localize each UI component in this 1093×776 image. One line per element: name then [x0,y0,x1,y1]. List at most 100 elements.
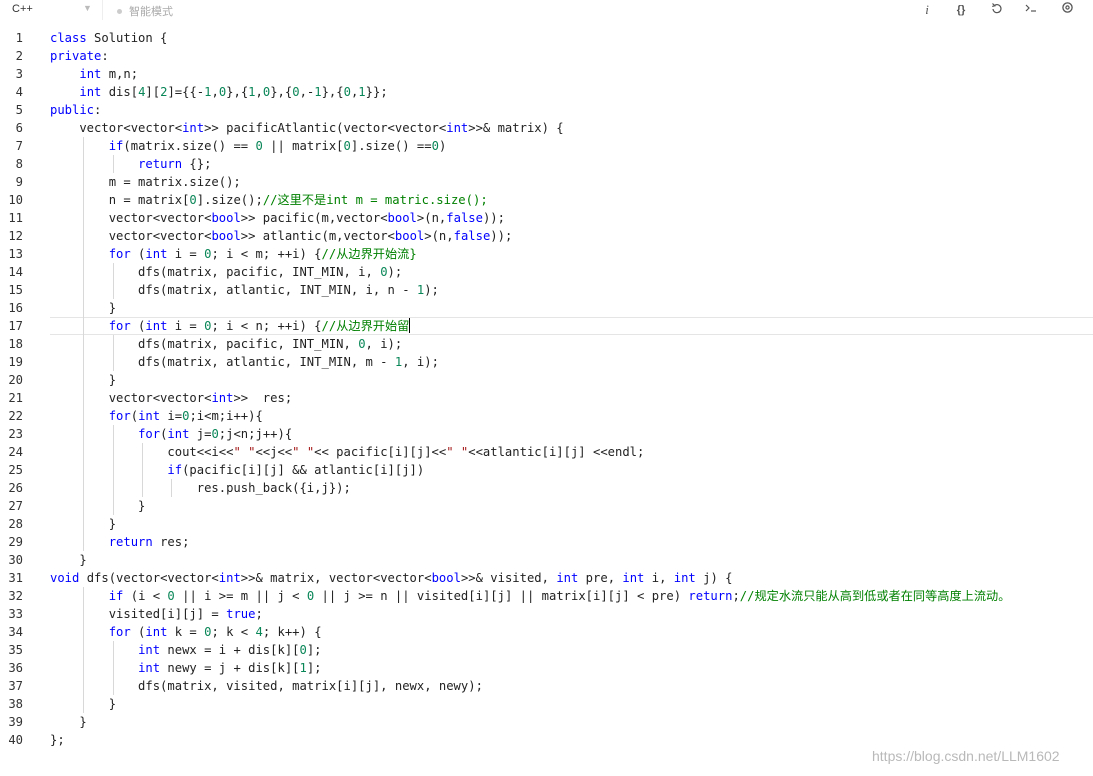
code-line[interactable]: 30 } [0,551,1093,569]
code-text[interactable]: dfs(matrix, atlantic, INT_MIN, m - 1, i)… [50,353,439,371]
code-line[interactable]: 31 void dfs(vector<vector<int>>& matrix, … [0,569,1093,587]
code-text[interactable]: private: [50,47,109,65]
code-text[interactable]: } [50,515,116,533]
code-line[interactable]: 12 vector<vector<bool>> atlantic(m,vecto… [0,227,1093,245]
code-line[interactable]: 36 int newy = j + dis[k][1]; [0,659,1093,677]
code-text[interactable]: int m,n; [50,65,138,83]
code-text[interactable]: for (int i = 0; i < n; ++i) {//从边界开始留 [50,317,411,335]
code-text[interactable]: }; [50,731,65,749]
code-line[interactable]: 8 return {}; [0,155,1093,173]
line-number: 23 [8,427,23,441]
code-line[interactable]: 5 public: [0,101,1093,119]
code-line[interactable]: 22 for(int i=0;i<m;i++){ [0,407,1093,425]
code-text[interactable]: int newx = i + dis[k][0]; [50,641,321,659]
line-number: 32 [8,589,23,603]
language-select[interactable]: C++ ▼ [0,0,103,20]
code-text[interactable]: } [50,497,145,515]
code-line[interactable]: 14 dfs(matrix, pacific, INT_MIN, i, 0); [0,263,1093,281]
code-text[interactable]: public: [50,101,101,119]
undo-icon[interactable] [988,1,1006,19]
code-line[interactable]: 27 } [0,497,1093,515]
code-line[interactable]: 35 int newx = i + dis[k][0]; [0,641,1093,659]
code-text[interactable]: dfs(matrix, pacific, INT_MIN, i, 0); [50,263,402,281]
code-line[interactable]: 29 return res; [0,533,1093,551]
code-line[interactable]: 21 vector<vector<int>> res; [0,389,1093,407]
line-number: 2 [15,49,23,63]
code-line[interactable]: 11 vector<vector<bool>> pacific(m,vector… [0,209,1093,227]
code-text[interactable]: n = matrix[0].size();//这里不是int m = matri… [50,191,488,209]
code-text[interactable]: } [50,713,86,731]
braces-icon[interactable]: {} [952,1,970,19]
line-number: 39 [8,715,23,729]
smart-mode-toggle[interactable]: 智能模式 [117,3,173,19]
code-text[interactable]: for(int i=0;i<m;i++){ [50,407,263,425]
line-number: 24 [8,445,23,459]
code-line[interactable]: 1 class Solution { [0,29,1093,47]
code-text[interactable]: if(pacific[i][j] && atlantic[i][j]) [50,461,424,479]
code-text[interactable]: void dfs(vector<vector<int>>& matrix, ve… [50,569,732,587]
settings-icon[interactable] [1058,1,1076,19]
code-text[interactable]: vector<vector<int>> pacificAtlantic(vect… [50,119,563,137]
code-text[interactable]: for (int i = 0; i < m; ++i) {//从边界开始流} [50,245,417,263]
code-text[interactable]: return res; [50,533,190,551]
code-text[interactable]: return {}; [50,155,211,173]
code-line[interactable]: 10 n = matrix[0].size();//这里不是int m = ma… [0,191,1093,209]
code-text[interactable]: dfs(matrix, atlantic, INT_MIN, i, n - 1)… [50,281,439,299]
code-line[interactable]: 7 if(matrix.size() == 0 || matrix[0].siz… [0,137,1093,155]
code-text[interactable]: if (i < 0 || i >= m || j < 0 || j >= n |… [50,587,1011,605]
code-text[interactable]: visited[i][j] = true; [50,605,263,623]
code-line[interactable]: 6 vector<vector<int>> pacificAtlantic(ve… [0,119,1093,137]
code-line[interactable]: 40}; [0,731,1093,749]
code-text[interactable]: res.push_back({i,j}); [50,479,351,497]
code-text[interactable]: dfs(matrix, visited, matrix[i][j], newx,… [50,677,483,695]
code-line[interactable]: 2 private: [0,47,1093,65]
code-line[interactable]: 3 int m,n; [0,65,1093,83]
code-line[interactable]: 4 int dis[4][2]={{-1,0},{1,0},{0,-1},{0,… [0,83,1093,101]
code-line[interactable]: 13 for (int i = 0; i < m; ++i) {//从边界开始流… [0,245,1093,263]
code-text[interactable]: if(matrix.size() == 0 || matrix[0].size(… [50,137,447,155]
terminal-icon[interactable] [1022,1,1040,19]
code-text[interactable]: for(int j=0;j<n;j++){ [50,425,292,443]
code-line[interactable]: 28 } [0,515,1093,533]
code-text[interactable]: for (int k = 0; k < 4; k++) { [50,623,322,641]
line-number: 6 [15,121,23,135]
code-text[interactable]: int dis[4][2]={{-1,0},{1,0},{0,-1},{0,1}… [50,83,387,101]
line-number: 38 [8,697,23,711]
code-line[interactable]: 16 } [0,299,1093,317]
code-line[interactable]: 26 res.push_back({i,j}); [0,479,1093,497]
code-line[interactable]: 9 m = matrix.size(); [0,173,1093,191]
code-line[interactable]: 32 if (i < 0 || i >= m || j < 0 || j >= … [0,587,1093,605]
code-editor[interactable]: 1 class Solution { 2 private: 3 int m,n; 4 in… [0,29,1093,749]
code-text[interactable]: } [50,695,116,713]
code-line[interactable]: 39 } [0,713,1093,731]
line-number: 37 [8,679,23,693]
code-text[interactable]: int newy = j + dis[k][1]; [50,659,321,677]
code-line[interactable]: 38 } [0,695,1093,713]
code-text[interactable]: vector<vector<bool>> atlantic(m,vector<b… [50,227,513,245]
line-number: 18 [8,337,23,351]
code-text[interactable]: } [50,371,116,389]
code-text[interactable]: vector<vector<bool>> pacific(m,vector<bo… [50,209,505,227]
code-line[interactable]: 15 dfs(matrix, atlantic, INT_MIN, i, n -… [0,281,1093,299]
code-text[interactable]: } [50,299,116,317]
code-line[interactable]: 34 for (int k = 0; k < 4; k++) { [0,623,1093,641]
info-icon[interactable]: i [918,1,936,19]
code-text[interactable]: cout<<i<<" "<<j<<" "<< pacific[i][j]<<" … [50,443,644,461]
code-text[interactable]: } [50,551,86,569]
code-line[interactable]: 23 for(int j=0;j<n;j++){ [0,425,1093,443]
code-line[interactable]: 17 for (int i = 0; i < n; ++i) {//从边界开始留 [0,317,1093,335]
code-line[interactable]: 25 if(pacific[i][j] && atlantic[i][j]) [0,461,1093,479]
code-text[interactable]: vector<vector<int>> res; [50,389,292,407]
code-text[interactable]: dfs(matrix, pacific, INT_MIN, 0, i); [50,335,402,353]
code-text[interactable]: class Solution { [50,29,167,47]
line-number: 22 [8,409,23,423]
line-number: 12 [8,229,23,243]
code-line[interactable]: 24 cout<<i<<" "<<j<<" "<< pacific[i][j]<… [0,443,1093,461]
code-line[interactable]: 33 visited[i][j] = true; [0,605,1093,623]
code-text[interactable]: m = matrix.size(); [50,173,241,191]
code-line[interactable]: 37 dfs(matrix, visited, matrix[i][j], ne… [0,677,1093,695]
line-number: 21 [8,391,23,405]
code-line[interactable]: 18 dfs(matrix, pacific, INT_MIN, 0, i); [0,335,1093,353]
code-line[interactable]: 19 dfs(matrix, atlantic, INT_MIN, m - 1,… [0,353,1093,371]
code-line[interactable]: 20 } [0,371,1093,389]
